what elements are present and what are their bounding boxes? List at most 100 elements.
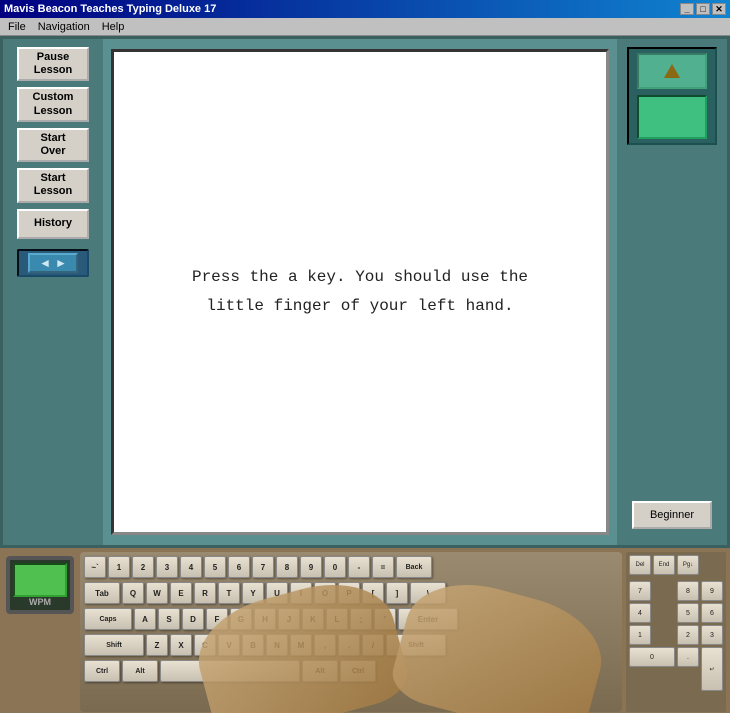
- key-g[interactable]: G: [230, 608, 252, 630]
- key-8[interactable]: 8: [276, 556, 298, 578]
- key-p[interactable]: P: [338, 582, 360, 604]
- window-controls: _ □ ✕: [680, 3, 726, 15]
- key-del[interactable]: Del: [629, 555, 651, 575]
- key-z[interactable]: Z: [146, 634, 168, 656]
- key-m[interactable]: M: [290, 634, 312, 656]
- hand-indicator-icon: [664, 64, 680, 78]
- key-pgdn[interactable]: Pg↓: [677, 555, 699, 575]
- key-num3[interactable]: 3: [701, 625, 723, 645]
- minimize-button[interactable]: _: [680, 3, 694, 15]
- key-equals[interactable]: =: [372, 556, 394, 578]
- numpad-col: 7 4 1 0: [629, 581, 675, 691]
- key-rshift[interactable]: Shift: [386, 634, 446, 656]
- key-9[interactable]: 9: [300, 556, 322, 578]
- key-numdot[interactable]: .: [677, 647, 699, 667]
- key-e[interactable]: E: [170, 582, 192, 604]
- typing-screen: Press the a key. You should use the litt…: [111, 49, 609, 535]
- key-num8[interactable]: 8: [677, 581, 699, 601]
- key-1[interactable]: 1: [108, 556, 130, 578]
- key-semicolon[interactable]: ;: [350, 608, 372, 630]
- pause-lesson-button[interactable]: Pause Lesson: [17, 47, 89, 81]
- start-lesson-button[interactable]: Start Lesson: [17, 168, 89, 202]
- key-j[interactable]: J: [278, 608, 300, 630]
- key-3[interactable]: 3: [156, 556, 178, 578]
- key-minus[interactable]: -: [348, 556, 370, 578]
- key-h[interactable]: H: [254, 608, 276, 630]
- key-i[interactable]: I: [290, 582, 312, 604]
- key-comma[interactable]: ,: [314, 634, 336, 656]
- key-row-space: Ctrl Alt Alt Ctrl: [84, 660, 618, 684]
- key-ctrl-left[interactable]: Ctrl: [84, 660, 120, 682]
- key-c[interactable]: C: [194, 634, 216, 656]
- start-over-button[interactable]: Start Over: [17, 128, 89, 162]
- menu-file[interactable]: File: [2, 20, 32, 34]
- key-tab[interactable]: Tab: [84, 582, 120, 604]
- key-num0[interactable]: 0: [629, 647, 675, 667]
- key-4[interactable]: 4: [180, 556, 202, 578]
- key-0[interactable]: 0: [324, 556, 346, 578]
- key-num7[interactable]: 7: [629, 581, 651, 601]
- key-s[interactable]: S: [158, 608, 180, 630]
- key-num6[interactable]: 6: [701, 603, 723, 623]
- key-a[interactable]: A: [134, 608, 156, 630]
- key-slash[interactable]: /: [362, 634, 384, 656]
- key-lbracket[interactable]: [: [362, 582, 384, 604]
- key-7[interactable]: 7: [252, 556, 274, 578]
- key-5[interactable]: 5: [204, 556, 226, 578]
- key-space[interactable]: [160, 660, 300, 682]
- key-num4[interactable]: 4: [629, 603, 651, 623]
- key-u[interactable]: U: [266, 582, 288, 604]
- key-t[interactable]: T: [218, 582, 240, 604]
- key-v[interactable]: V: [218, 634, 240, 656]
- key-quote[interactable]: ': [374, 608, 396, 630]
- key-backslash[interactable]: \: [410, 582, 446, 604]
- key-alt-right[interactable]: Alt: [302, 660, 338, 682]
- key-tilde[interactable]: ~`: [84, 556, 106, 578]
- key-n[interactable]: N: [266, 634, 288, 656]
- key-lshift[interactable]: Shift: [84, 634, 144, 656]
- key-enter[interactable]: Enter: [398, 608, 458, 630]
- key-k[interactable]: K: [302, 608, 324, 630]
- key-row-qwerty: Tab Q W E R T Y U I O P [ ] \: [84, 582, 618, 606]
- key-alt-left[interactable]: Alt: [122, 660, 158, 682]
- nav-arrow-buttons[interactable]: ◄ ►: [28, 253, 78, 273]
- key-end[interactable]: End: [653, 555, 675, 575]
- key-backspace[interactable]: Back: [396, 556, 432, 578]
- key-f[interactable]: F: [206, 608, 228, 630]
- key-ctrl-right[interactable]: Ctrl: [340, 660, 376, 682]
- key-num9[interactable]: 9: [701, 581, 723, 601]
- key-d[interactable]: D: [182, 608, 204, 630]
- key-r[interactable]: R: [194, 582, 216, 604]
- key-caps[interactable]: Caps: [84, 608, 132, 630]
- key-rbracket[interactable]: ]: [386, 582, 408, 604]
- key-period[interactable]: .: [338, 634, 360, 656]
- key-b[interactable]: B: [242, 634, 264, 656]
- key-w[interactable]: W: [146, 582, 168, 604]
- wpm-monitor: WPM: [6, 556, 74, 614]
- keyboard-visual: ~` 1 2 3 4 5 6 7 8 9 0 - = Back Tab Q W …: [80, 552, 622, 712]
- key-row-zxcv: Shift Z X C V B N M , . / Shift: [84, 634, 618, 658]
- hand-indicator-box: [637, 53, 707, 89]
- key-q[interactable]: Q: [122, 582, 144, 604]
- key-l[interactable]: L: [326, 608, 348, 630]
- key-y[interactable]: Y: [242, 582, 264, 604]
- instruction-line2: little finger of your left hand.: [192, 292, 528, 321]
- key-x[interactable]: X: [170, 634, 192, 656]
- keyboard-area: WPM ~` 1 2 3 4 5 6 7 8 9 0 - = Back Tab …: [0, 548, 730, 713]
- menu-navigation[interactable]: Navigation: [32, 20, 96, 34]
- key-num5[interactable]: 5: [677, 603, 699, 623]
- key-num2[interactable]: 2: [677, 625, 699, 645]
- key-num1[interactable]: 1: [629, 625, 651, 645]
- close-button[interactable]: ✕: [712, 3, 726, 15]
- wpm-screen: [13, 563, 67, 597]
- beginner-button[interactable]: Beginner: [632, 501, 712, 529]
- key-2[interactable]: 2: [132, 556, 154, 578]
- history-button[interactable]: History: [17, 209, 89, 239]
- right-panel: [627, 47, 717, 145]
- key-enter-num[interactable]: ↵: [701, 647, 723, 691]
- menu-help[interactable]: Help: [96, 20, 131, 34]
- key-o[interactable]: O: [314, 582, 336, 604]
- maximize-button[interactable]: □: [696, 3, 710, 15]
- key-6[interactable]: 6: [228, 556, 250, 578]
- custom-lesson-button[interactable]: Custom Lesson: [17, 87, 89, 121]
